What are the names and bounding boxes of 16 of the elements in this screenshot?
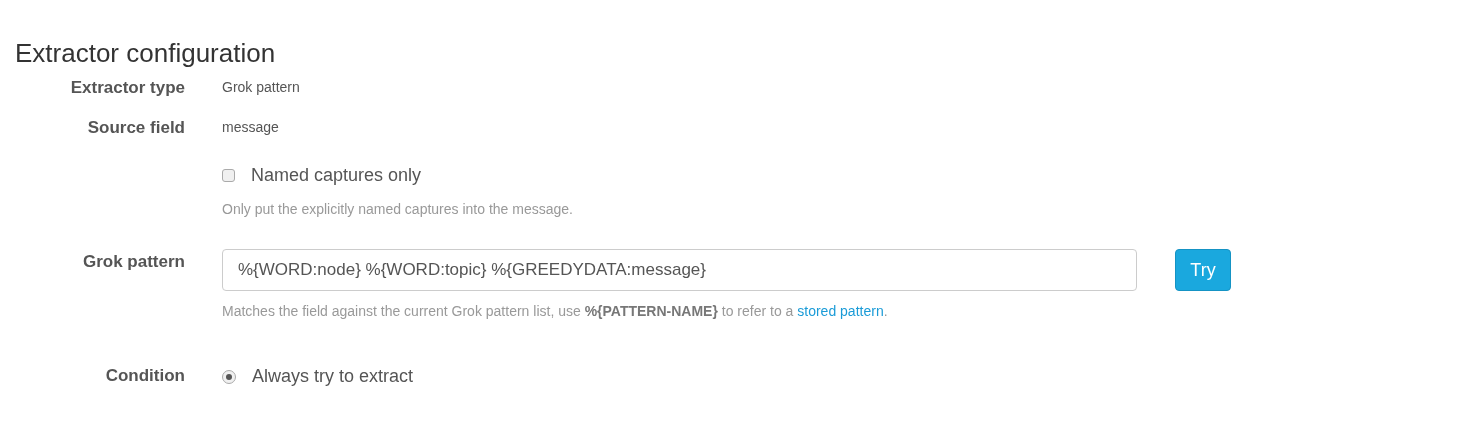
section-heading: Extractor configuration xyxy=(15,38,277,70)
field-label: Source field xyxy=(87,117,185,137)
stored-pattern-link[interactable]: stored pattern xyxy=(797,303,884,320)
field-value: Grok pattern xyxy=(222,78,300,98)
field-label: Condition xyxy=(105,366,185,386)
field-value: message xyxy=(222,117,279,137)
try-button[interactable]: Try xyxy=(1175,249,1231,292)
field-label: Grok pattern xyxy=(82,252,185,272)
help-text: Matches the field against the current Grok pattern list, use %{PATTERN-NAME} to refer to a stored pattern. xyxy=(222,302,888,322)
field-label: Extractor type xyxy=(70,78,185,98)
radio-button[interactable] xyxy=(222,369,236,384)
checkbox[interactable] xyxy=(222,169,235,183)
radio-label: Always try to extract xyxy=(252,365,414,389)
checkbox-label: Named captures only xyxy=(251,164,422,188)
help-text: Only put the explicitly named captures into the message. xyxy=(222,200,573,220)
pattern-input[interactable]: %{WORD:node} %{WORD:topic} %{GREEDYDATA:message} xyxy=(222,249,1137,292)
